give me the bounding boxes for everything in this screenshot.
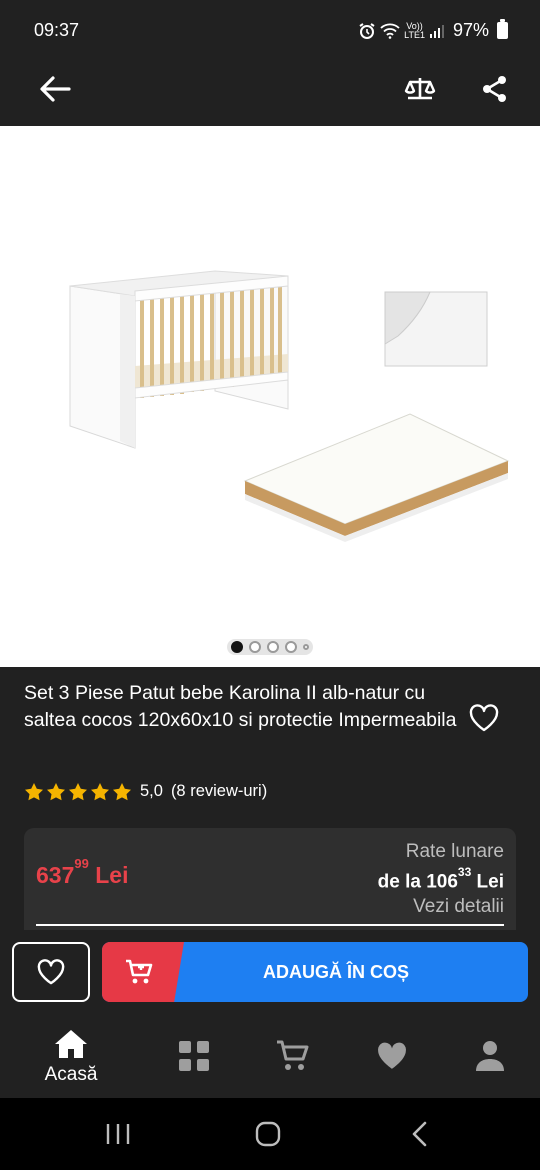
product-image-gallery[interactable] [0,126,540,667]
review-count: (8 review-uri) [170,782,268,800]
add-to-cart-button[interactable]: ADAUGĂ ÎN COȘ [102,942,528,1002]
rating-stars [24,782,132,801]
volte-label: Vo)) LTE1 [404,20,425,40]
star-icon [47,783,65,801]
protection-sheet-illustration [384,291,488,367]
nav-item-categories[interactable] [144,1020,244,1098]
home-circle-icon [255,1121,281,1147]
home-system-button[interactable] [248,1118,288,1150]
mattress-illustration [243,413,510,542]
installments-label: Rate lunare [405,841,504,862]
heart-outline-icon [37,959,65,985]
product-image [69,270,510,542]
cart-icon-area [102,942,184,1002]
battery-percent: 97% [452,20,489,40]
nav-label-home: Acasă [44,1064,98,1085]
wifi-icon [380,23,400,39]
status-time: 09:37 [34,20,80,40]
action-bar: ADAUGĂ ÎN COȘ [0,930,540,1020]
rating-row[interactable]: 5,0 (8 review-uri) [24,782,267,801]
status-icons: Vo)) LTE1 97% [358,19,508,41]
star-icon [25,783,43,801]
share-icon [483,76,506,102]
nav-item-account[interactable] [440,1020,540,1098]
battery-icon [497,19,508,39]
share-button[interactable] [466,60,524,118]
compare-button[interactable] [391,60,449,118]
scales-icon [404,78,436,100]
cart-add-icon [126,959,153,984]
star-icon [69,783,87,801]
product-title: Set 3 Piese Patut bebe Karolina II alb-n… [24,682,457,731]
star-icon [113,783,131,801]
app-bar [0,58,540,126]
installments-details-link[interactable]: Vezi detalii [378,894,504,920]
user-icon [476,1041,504,1071]
installments-box[interactable]: Rate lunare de la 10633 Lei Vezi detalii [378,840,504,920]
gallery-dot[interactable] [285,641,297,653]
gallery-dot[interactable] [249,641,261,653]
gallery-dot[interactable] [231,641,243,653]
chevron-left-icon [412,1121,427,1147]
gallery-dot[interactable] [267,641,279,653]
add-to-wishlist-button[interactable] [12,942,90,1002]
nav-item-favorites[interactable] [342,1020,442,1098]
product-price: 63799 Lei [36,856,129,888]
cart-icon [277,1040,309,1070]
grid-icon [179,1041,209,1071]
arrow-left-icon [40,76,71,102]
nav-item-home[interactable]: Acasă [21,1020,121,1098]
signal-icon [429,24,444,38]
recent-apps-button[interactable] [98,1118,138,1150]
wishlist-toggle[interactable] [466,700,502,736]
alarm-icon [359,22,375,39]
status-bar: 09:37 Vo)) LTE1 97% [0,0,540,58]
recent-apps-icon [106,1124,130,1144]
bottom-navigation: Acasă [0,1020,540,1098]
rating-value: 5,0 [140,782,163,800]
nav-item-cart[interactable] [243,1020,343,1098]
back-system-button[interactable] [400,1118,440,1150]
home-icon [55,1030,87,1058]
system-navigation-bar [0,1098,540,1170]
heart-outline-icon [469,704,499,732]
gallery-pagination[interactable] [227,639,313,655]
gallery-dot[interactable] [303,644,309,650]
installments-value: de la 10633 Lei [377,865,504,893]
back-button[interactable] [26,60,84,118]
add-to-cart-label: ADAUGĂ ÎN COȘ [262,961,409,982]
heart-icon [378,1042,406,1069]
crib-illustration [69,270,289,449]
divider [36,924,504,926]
star-icon [91,783,109,801]
price-card: 63799 Lei Rate lunare de la 10633 Lei Ve… [24,828,516,938]
